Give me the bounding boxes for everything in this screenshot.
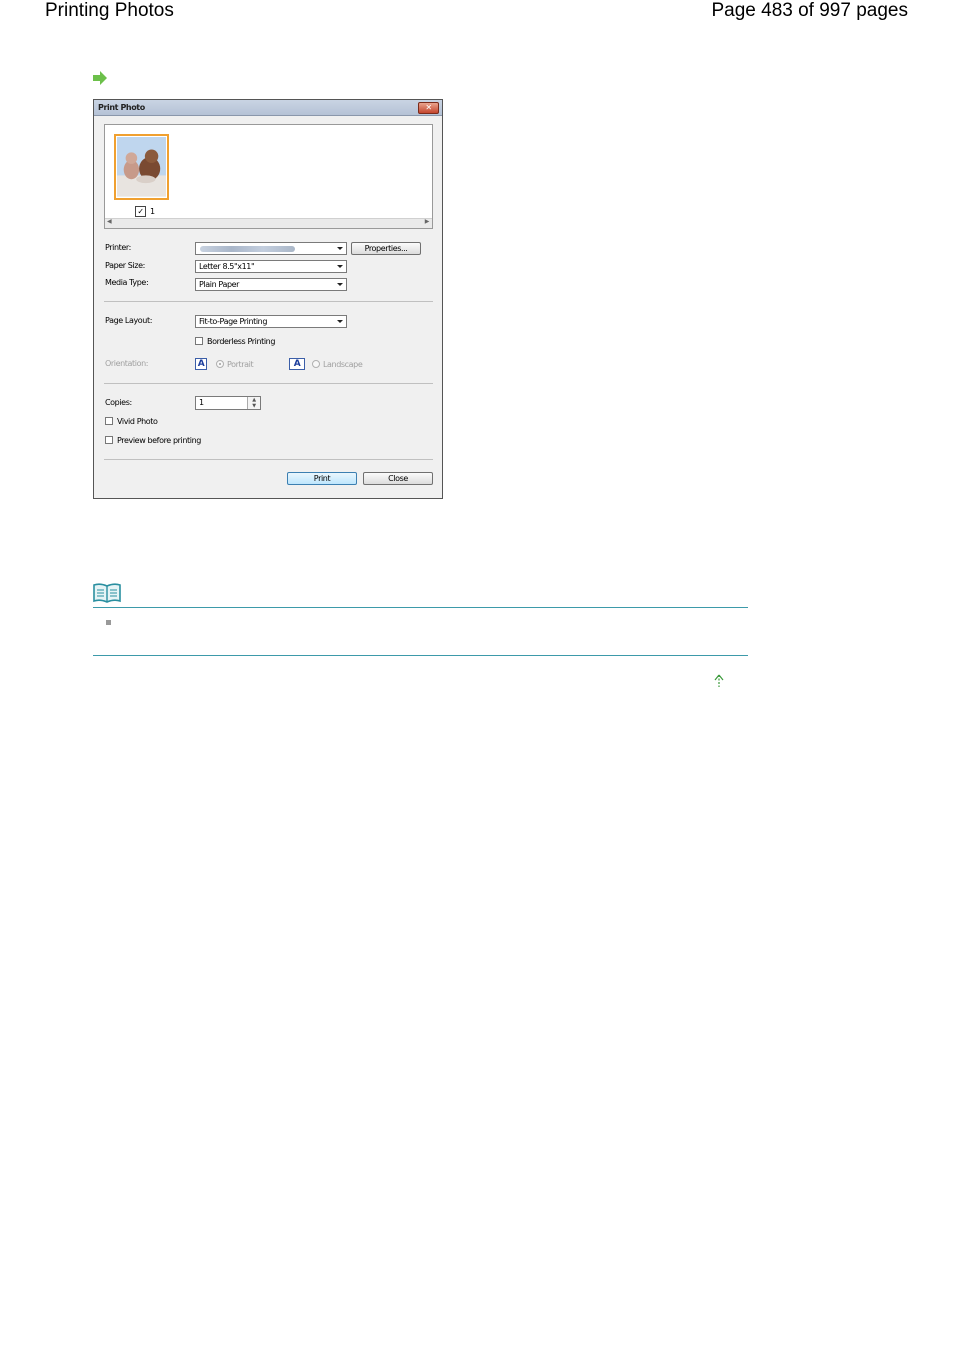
copies-label: Copies: xyxy=(105,398,132,407)
divider xyxy=(104,301,433,302)
portrait-label: Portrait xyxy=(227,360,254,369)
media-type-value: Plain Paper xyxy=(199,280,240,289)
chevron-down-icon xyxy=(337,320,343,323)
portrait-icon: A xyxy=(195,358,207,370)
landscape-label: Landscape xyxy=(323,360,363,369)
horizontal-scrollbar[interactable]: ◀ ▶ xyxy=(105,218,432,228)
printer-select[interactable] xyxy=(195,242,347,255)
photo-thumbnail[interactable] xyxy=(114,134,169,200)
paper-size-label: Paper Size: xyxy=(105,261,145,270)
thumbnail-checkbox[interactable]: ✓ xyxy=(135,206,146,217)
copies-stepper[interactable]: 1 ▲ ▼ xyxy=(195,396,261,410)
printer-name-blurred xyxy=(200,246,295,252)
print-count: 1 xyxy=(150,207,155,216)
orientation-label: Orientation: xyxy=(105,359,149,368)
borderless-label: Borderless Printing xyxy=(207,337,276,346)
scroll-left-icon[interactable]: ◀ xyxy=(107,218,112,225)
borderless-checkbox[interactable] xyxy=(195,337,203,345)
paper-size-select[interactable]: Letter 8.5"x11" xyxy=(195,260,347,273)
scroll-right-icon[interactable]: ▶ xyxy=(425,218,430,225)
dialog-title: Print Photo xyxy=(98,103,145,112)
thumbnail-area: ✓ 1 ◀ ▶ xyxy=(104,124,433,229)
photo-image xyxy=(117,137,166,197)
vivid-photo-label: Vivid Photo xyxy=(117,417,158,426)
page-number: Page 483 of 997 pages xyxy=(711,0,908,21)
chevron-down-icon xyxy=(337,247,343,250)
chevron-down-icon xyxy=(337,265,343,268)
paper-size-value: Letter 8.5"x11" xyxy=(199,262,255,271)
preview-label: Preview before printing xyxy=(117,436,201,445)
note-top-rule xyxy=(93,607,748,608)
divider xyxy=(104,459,433,460)
chevron-down-icon xyxy=(337,283,343,286)
properties-button[interactable]: Properties... xyxy=(351,242,421,255)
copies-value: 1 xyxy=(199,398,204,407)
dialog-titlebar: Print Photo ✕ xyxy=(94,100,442,116)
portrait-radio[interactable] xyxy=(216,360,224,368)
close-icon[interactable]: ✕ xyxy=(418,102,439,114)
media-type-label: Media Type: xyxy=(105,278,149,287)
book-icon xyxy=(93,583,121,603)
print-button[interactable]: Print xyxy=(287,472,357,485)
vivid-photo-checkbox[interactable] xyxy=(105,417,113,425)
printer-label: Printer: xyxy=(105,243,131,252)
preview-checkbox[interactable] xyxy=(105,436,113,444)
divider xyxy=(104,383,433,384)
landscape-icon: A xyxy=(289,358,305,370)
right-arrow-icon xyxy=(93,71,107,85)
page-layout-select[interactable]: Fit-to-Page Printing xyxy=(195,315,347,328)
note-bullet xyxy=(106,620,111,625)
page-layout-value: Fit-to-Page Printing xyxy=(199,317,268,326)
note-bottom-rule xyxy=(93,655,748,656)
print-photo-dialog: Print Photo ✕ ✓ 1 ◀ ▶ Printer: Propertie… xyxy=(93,99,443,499)
landscape-radio[interactable] xyxy=(312,360,320,368)
page-title: Printing Photos xyxy=(45,0,174,21)
spin-arrows-icon[interactable]: ▲ ▼ xyxy=(247,397,260,409)
media-type-select[interactable]: Plain Paper xyxy=(195,278,347,291)
close-button[interactable]: Close xyxy=(363,472,433,485)
page-layout-label: Page Layout: xyxy=(105,316,153,325)
up-arrow-icon[interactable] xyxy=(713,674,725,688)
